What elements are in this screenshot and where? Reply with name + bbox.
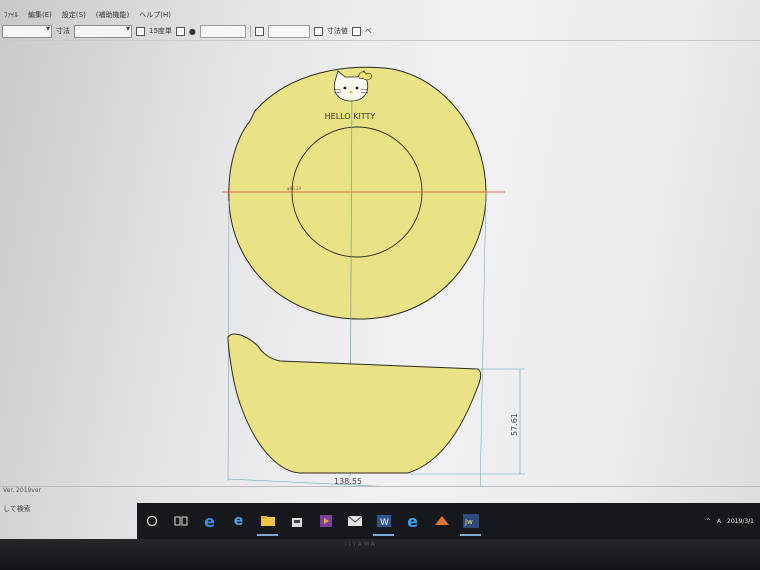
dim-height-label: 57.61	[510, 413, 519, 436]
point-icon[interactable]: ●	[189, 27, 196, 36]
menu-file[interactable]: ﾌｧｲﾙ	[4, 10, 18, 20]
menu-edit[interactable]: 編集(E)	[28, 10, 52, 20]
cad-drawing: HELLO KITTY φ96.29 57.61 138.55	[222, 66, 525, 486]
task-view-icon[interactable]	[166, 506, 195, 536]
toolbar-label-15deg: 15度単	[149, 27, 172, 35]
ime-indicator[interactable]: A	[717, 518, 721, 525]
clock[interactable]: 2019/3/1	[727, 518, 754, 525]
right-edge-panel	[740, 400, 760, 500]
value-field[interactable]	[267, 24, 310, 38]
store-icon[interactable]	[282, 506, 311, 536]
svg-text:W: W	[380, 518, 389, 528]
word-icon[interactable]: W	[369, 506, 398, 536]
bezel-brand-logo: IIYAMA	[345, 541, 378, 548]
search-placeholder: して検索	[3, 505, 31, 513]
system-tray: ^ A 2019/3/1	[706, 518, 760, 525]
menu-help[interactable]: ヘルプ(H)	[139, 10, 171, 20]
file-explorer-icon[interactable]	[253, 506, 282, 536]
ie-icon[interactable]: e	[224, 506, 253, 536]
option-checkbox-b[interactable]	[254, 26, 264, 36]
svg-text:Jw: Jw	[464, 518, 473, 526]
toolbar-label-extra: べ	[364, 27, 372, 35]
toolbar-divider	[249, 25, 251, 37]
center-dimension-label: φ96.29	[287, 186, 302, 191]
dim-value-checkbox[interactable]	[313, 26, 323, 36]
plate-side-view	[227, 333, 482, 474]
menu-settings[interactable]: 設定(S)	[62, 10, 86, 20]
dim-width-label: 138.55	[334, 477, 362, 486]
layer-combo[interactable]	[2, 24, 52, 38]
chevron-up-icon[interactable]: ^	[706, 518, 711, 525]
menu-bar: ﾌｧｲﾙ 編集(E) 設定(S) (補助機能) ヘルプ(H)	[0, 8, 760, 22]
search-circle-icon[interactable]	[137, 506, 166, 536]
plate-top-view	[228, 66, 487, 320]
snap-15deg-checkbox[interactable]	[136, 26, 145, 36]
ie-alt-icon[interactable]: e	[398, 506, 427, 536]
edge-icon[interactable]: e	[195, 506, 224, 536]
toolbar: 寸法 15度単 ● 寸法値 べ	[0, 22, 760, 41]
monitor-screen: ﾌｧｲﾙ 編集(E) 設定(S) (補助機能) ヘルプ(H) 寸法 15度単 ●…	[0, 0, 760, 570]
point-field[interactable]	[199, 24, 246, 38]
mail-icon[interactable]	[340, 506, 369, 536]
status-bar: Ver. 2019ver	[0, 486, 760, 498]
media-icon[interactable]	[311, 506, 340, 536]
windows-taskbar: e e W e Jw ^ A 2019/3/1	[137, 503, 760, 539]
logo-caption: HELLO KITTY	[325, 112, 376, 121]
toolbar-label-dimvalue: 寸法値	[326, 27, 348, 35]
toolbar-label-dim: 寸法	[56, 27, 70, 35]
guide-right	[479, 190, 487, 486]
option-checkbox-a[interactable]	[175, 26, 185, 36]
monitor-bezel: IIYAMA	[0, 539, 760, 570]
app-icon[interactable]	[427, 506, 456, 536]
dimension-combo[interactable]	[74, 24, 132, 38]
drawing-canvas[interactable]: HELLO KITTY φ96.29 57.61 138.55	[0, 41, 760, 486]
status-version: Ver. 2019ver	[3, 487, 42, 494]
taskbar-search-box[interactable]: して検索	[0, 500, 143, 518]
jw-cad-icon[interactable]: Jw	[456, 506, 485, 536]
option-checkbox-c[interactable]	[351, 26, 361, 36]
menu-tools[interactable]: (補助機能)	[96, 10, 129, 20]
